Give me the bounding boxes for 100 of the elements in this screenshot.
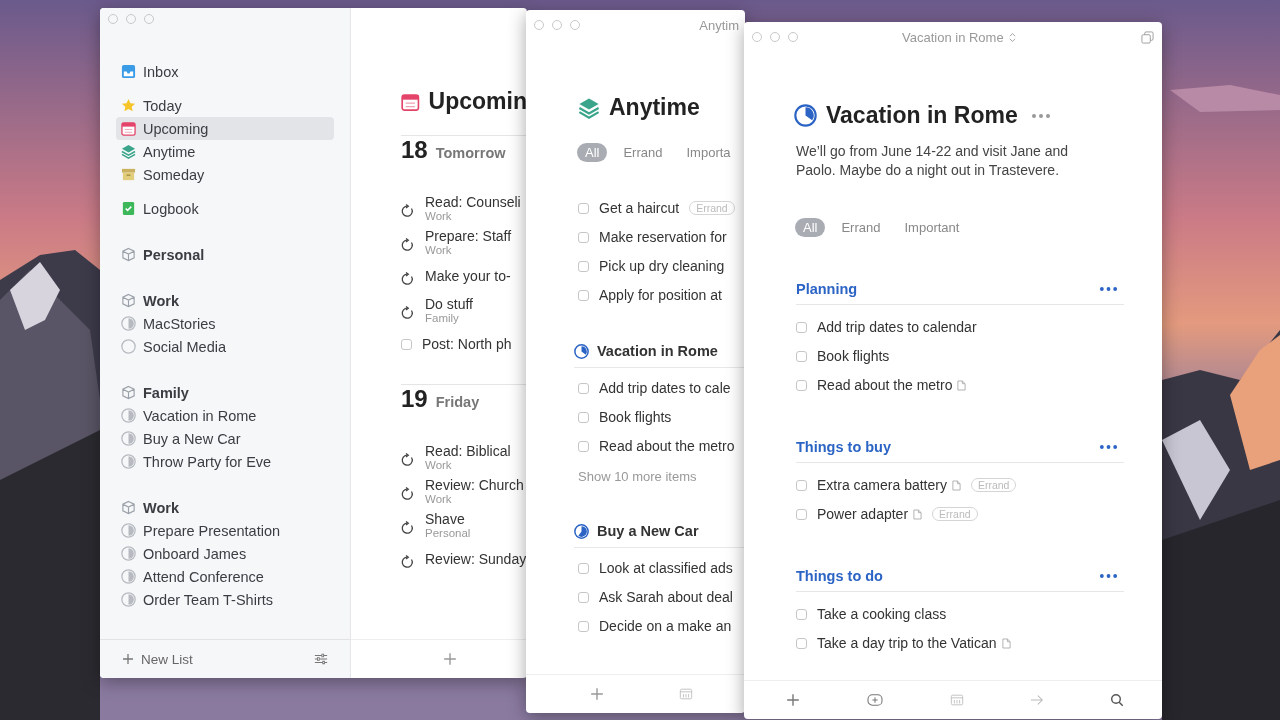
filter-tag[interactable]: Importa (678, 143, 739, 162)
task-title[interactable]: Read: Counseli (425, 194, 521, 210)
checkbox[interactable] (796, 608, 807, 620)
task-title[interactable]: Ask Sarah about deal (599, 589, 733, 605)
task-title[interactable]: Look at classified ads (599, 560, 733, 576)
filter-tag[interactable]: Important (896, 218, 968, 237)
task-title[interactable]: Take a day trip to the Vatican (817, 635, 997, 651)
checkbox[interactable] (796, 350, 807, 362)
task-title[interactable]: Post: North ph (422, 336, 512, 352)
add-icon[interactable] (443, 652, 457, 666)
filter-tag[interactable]: Errand (833, 218, 889, 237)
calendar-icon[interactable] (950, 693, 964, 707)
task-title[interactable]: Add trip dates to cale (599, 380, 731, 396)
arrow-right-icon[interactable] (1030, 693, 1044, 707)
task-title[interactable]: Get a haircut (599, 200, 680, 216)
task-title[interactable]: Apply for position at (599, 287, 722, 303)
sidebar-item[interactable]: Social Media (116, 335, 334, 358)
task-title[interactable]: Read: Biblical (425, 443, 511, 459)
sidebar-item[interactable]: Family (116, 381, 334, 404)
new-list-button[interactable]: New List (122, 651, 193, 667)
task-title[interactable]: Do stuff (425, 296, 473, 312)
task-area: Personal (425, 527, 471, 539)
checkbox[interactable] (796, 479, 807, 491)
task-area: Work (425, 493, 524, 505)
sidebar-item[interactable]: Personal (116, 243, 334, 266)
filter-tag[interactable]: Errand (615, 143, 671, 162)
task-title[interactable]: Make reservation for (599, 229, 727, 245)
sidebar-item[interactable]: Order Team T-Shirts (116, 588, 334, 611)
add-heading-icon[interactable] (866, 693, 884, 707)
checkbox[interactable] (401, 338, 412, 350)
more-icon[interactable] (1099, 573, 1118, 579)
task-title[interactable]: Read about the metro (817, 377, 953, 393)
task-title[interactable]: Read about the metro (599, 438, 735, 454)
project-title[interactable]: Buy a New Car (597, 523, 699, 539)
layers-icon (121, 144, 136, 159)
progress-pie-icon (574, 343, 589, 359)
sidebar-item[interactable]: MacStories (116, 312, 334, 335)
task-title[interactable]: Extra camera battery (817, 477, 947, 493)
checkbox[interactable] (578, 382, 589, 394)
task-title[interactable]: Review: Sunday (425, 551, 527, 567)
settings-sliders-icon[interactable] (314, 652, 328, 666)
checkbox[interactable] (578, 440, 589, 452)
task-area: Work (425, 210, 521, 222)
project-title: Vacation in Rome (826, 102, 1018, 129)
progress-pie-icon (121, 546, 136, 561)
copy-window-icon[interactable] (1141, 30, 1154, 44)
repeat-icon (401, 306, 415, 320)
task-title[interactable]: Add trip dates to calendar (817, 319, 977, 335)
task-title[interactable]: Pick up dry cleaning (599, 258, 725, 274)
sidebar-item[interactable]: Buy a New Car (116, 427, 334, 450)
cube-icon (121, 500, 136, 515)
progress-pie-icon (121, 408, 136, 423)
day-label: Friday (435, 394, 480, 410)
checkbox[interactable] (796, 508, 807, 520)
sidebar-item[interactable]: Upcoming (116, 117, 334, 140)
sidebar-item[interactable]: Someday (116, 163, 334, 186)
sidebar-item[interactable]: Work (116, 289, 334, 312)
sidebar-item[interactable]: Onboard James (116, 542, 334, 565)
add-icon[interactable] (786, 693, 800, 707)
sidebar-item[interactable]: Work (116, 496, 334, 519)
more-icon[interactable] (1099, 286, 1118, 292)
checkbox[interactable] (578, 620, 589, 632)
task-title[interactable]: Shave (425, 511, 471, 527)
checkbox[interactable] (578, 562, 589, 574)
sidebar-item[interactable]: Prepare Presentation (116, 519, 334, 542)
progress-pie-icon (121, 431, 136, 446)
chevron-up-down-icon[interactable] (1008, 31, 1016, 43)
project-title[interactable]: Vacation in Rome (597, 343, 718, 359)
task-title[interactable]: Power adapter (817, 506, 909, 522)
checkbox[interactable] (578, 289, 589, 301)
task-title[interactable]: Book flights (817, 348, 890, 364)
sidebar-item[interactable]: Vacation in Rome (116, 404, 334, 427)
calendar-icon[interactable] (679, 687, 693, 701)
checkbox[interactable] (796, 321, 807, 333)
add-icon[interactable] (590, 687, 604, 701)
task-title[interactable]: Make your to- (425, 268, 511, 284)
task-title[interactable]: Take a cooking class (817, 606, 947, 622)
checkbox[interactable] (796, 637, 807, 649)
sidebar-item[interactable]: Today (116, 94, 334, 117)
sidebar-item[interactable]: Throw Party for Eve (116, 450, 334, 473)
checkbox[interactable] (796, 379, 807, 391)
section-heading: Things to buy (796, 439, 892, 455)
sidebar-item[interactable]: Attend Conference (116, 565, 334, 588)
task-title[interactable]: Prepare: Staff (425, 228, 512, 244)
checkbox[interactable] (578, 411, 589, 423)
more-icon[interactable] (1099, 444, 1118, 450)
sidebar-item[interactable]: Anytime (116, 140, 334, 163)
checkbox[interactable] (578, 260, 589, 272)
checkbox[interactable] (578, 231, 589, 243)
day-number: 18 (401, 136, 428, 164)
sidebar-item[interactable]: Inbox (116, 60, 334, 83)
checkbox[interactable] (578, 591, 589, 603)
sidebar-item[interactable]: Logbook (116, 197, 334, 220)
more-icon[interactable] (1030, 112, 1051, 119)
task-title[interactable]: Decide on a make an (599, 618, 732, 634)
task-title[interactable]: Review: Church (425, 477, 524, 493)
checkbox[interactable] (578, 202, 589, 214)
progress-pie-icon (574, 523, 589, 539)
search-icon[interactable] (1110, 693, 1124, 707)
task-title[interactable]: Book flights (599, 409, 672, 425)
